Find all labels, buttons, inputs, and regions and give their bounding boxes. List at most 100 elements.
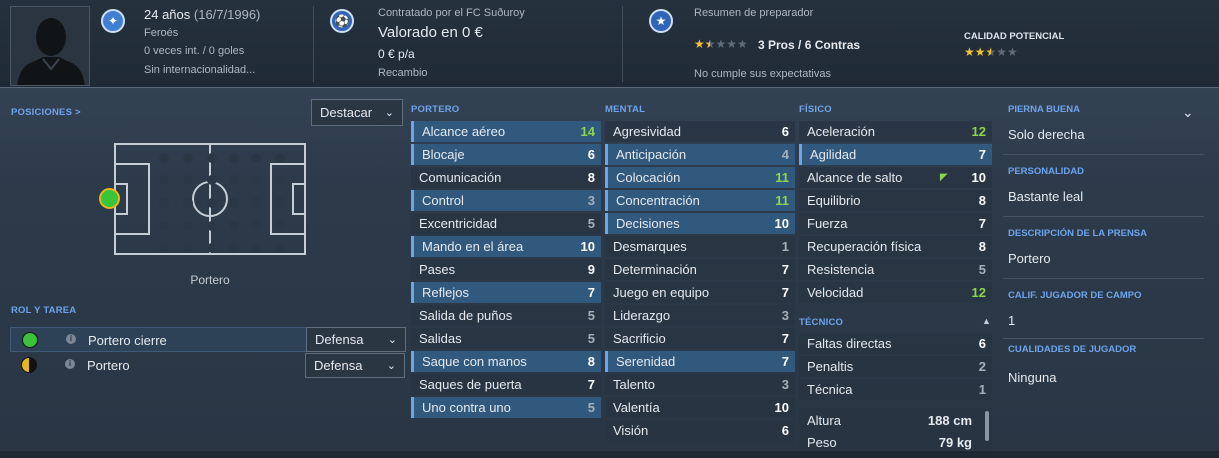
info-icon[interactable]: i bbox=[66, 334, 76, 344]
attribute-row[interactable]: Velocidad 12 bbox=[799, 282, 992, 303]
attribute-value-wrap: 10 bbox=[775, 216, 789, 231]
position-slot[interactable] bbox=[183, 221, 193, 231]
attribute-row[interactable]: Serenidad 7 bbox=[605, 351, 795, 372]
attribute-value-wrap: 7 bbox=[782, 262, 789, 277]
attribute-row[interactable]: Equilibrio 8 bbox=[799, 190, 992, 211]
chevron-down-icon[interactable]: ⌄ bbox=[1182, 104, 1194, 121]
role-row[interactable]: i Portero Defensa ⌄ bbox=[10, 353, 405, 378]
attribute-row[interactable]: Mando en el área 10 bbox=[411, 236, 601, 257]
attribute-row[interactable]: Saque con manos 8 bbox=[411, 351, 601, 372]
attribute-row[interactable]: Blocaje 6 bbox=[411, 144, 601, 165]
position-slot[interactable] bbox=[207, 243, 217, 253]
position-slot[interactable] bbox=[183, 175, 193, 185]
attribute-row[interactable]: Decisiones 10 bbox=[605, 213, 795, 234]
attribute-label: Saque con manos bbox=[422, 354, 527, 369]
coach-report-title[interactable]: Resumen de preparador bbox=[694, 7, 813, 19]
position-slot[interactable] bbox=[275, 221, 285, 231]
attribute-value-wrap: 11 bbox=[775, 170, 789, 185]
club-status[interactable]: Contratado por el FC Suðuroy bbox=[378, 7, 525, 19]
position-slot[interactable] bbox=[183, 198, 193, 208]
position-slot[interactable] bbox=[275, 243, 285, 253]
attribute-row[interactable]: Recuperación física 8 bbox=[799, 236, 992, 257]
attribute-row[interactable]: Salidas 5 bbox=[411, 328, 601, 349]
attribute-label: Concentración bbox=[616, 193, 700, 208]
position-slot[interactable] bbox=[207, 221, 217, 231]
attribute-row[interactable]: Alcance aéreo 14 bbox=[411, 121, 601, 142]
attribute-row[interactable]: Valentía 10 bbox=[605, 397, 795, 418]
attribute-value: 7 bbox=[781, 354, 789, 369]
position-slot[interactable] bbox=[207, 175, 217, 185]
position-slot[interactable] bbox=[251, 221, 261, 231]
attribute-row[interactable]: Faltas directas 6 bbox=[799, 333, 992, 354]
attribute-label: Juego en equipo bbox=[613, 285, 710, 300]
position-slot[interactable] bbox=[207, 153, 217, 163]
duty-dropdown[interactable]: Defensa ⌄ bbox=[306, 327, 406, 352]
attribute-row[interactable]: Control 3 bbox=[411, 190, 601, 211]
attribute-row[interactable]: Alcance de salto ◤ 10 bbox=[799, 167, 992, 188]
position-slot[interactable] bbox=[159, 198, 169, 208]
attribute-value: 11 bbox=[775, 193, 789, 208]
attribute-row[interactable]: Anticipación 4 bbox=[605, 144, 795, 165]
attribute-row[interactable]: Desmarques 1 bbox=[605, 236, 795, 257]
attribute-row[interactable]: Colocación 11 bbox=[605, 167, 795, 188]
attribute-row[interactable]: Concentración 11 bbox=[605, 190, 795, 211]
attribute-row[interactable]: Aceleración 12 bbox=[799, 121, 992, 142]
player-age-line: 24 años (16/7/1996) bbox=[144, 7, 260, 22]
bottom-bar bbox=[0, 451, 1219, 458]
attribute-row[interactable]: Saques de puerta 7 bbox=[411, 374, 601, 395]
scrollbar[interactable] bbox=[985, 411, 989, 441]
attribute-row[interactable]: Resistencia 5 bbox=[799, 259, 992, 280]
position-slot[interactable] bbox=[275, 153, 285, 163]
position-slot[interactable] bbox=[275, 198, 285, 208]
position-slot[interactable] bbox=[159, 153, 169, 163]
attribute-row[interactable]: Salida de puños 5 bbox=[411, 305, 601, 326]
intl-caps: 0 veces int. / 0 goles bbox=[144, 45, 245, 57]
attribute-value-wrap: ◤ 10 bbox=[940, 170, 986, 185]
position-slot[interactable] bbox=[251, 243, 261, 253]
attribute-row[interactable]: Reflejos 7 bbox=[411, 282, 601, 303]
position-slot[interactable] bbox=[229, 198, 239, 208]
duty-dropdown[interactable]: Defensa ⌄ bbox=[305, 353, 405, 378]
info-icon[interactable]: i bbox=[65, 359, 75, 369]
positions-link[interactable]: POSICIONES > bbox=[11, 107, 81, 118]
position-slot[interactable] bbox=[229, 221, 239, 231]
position-slot[interactable] bbox=[229, 175, 239, 185]
position-slot[interactable] bbox=[159, 175, 169, 185]
attribute-row[interactable]: Liderazgo 3 bbox=[605, 305, 795, 326]
attribute-row[interactable]: Fuerza 7 bbox=[799, 213, 992, 234]
position-pitch bbox=[114, 143, 306, 255]
intl-status[interactable]: Sin internacionalidad... bbox=[144, 64, 255, 76]
highlight-dropdown[interactable]: Destacar ⌄ bbox=[311, 99, 403, 126]
position-slot[interactable] bbox=[183, 153, 193, 163]
position-slot[interactable] bbox=[229, 243, 239, 253]
attribute-row[interactable]: Talento 3 bbox=[605, 374, 795, 395]
attribute-row[interactable]: Agilidad 7 bbox=[799, 144, 992, 165]
attribute-label: Desmarques bbox=[613, 239, 687, 254]
attribute-row[interactable]: Técnica 1 bbox=[799, 379, 992, 400]
position-slot[interactable] bbox=[159, 243, 169, 253]
goalkeeper-position-marker[interactable] bbox=[99, 188, 120, 209]
position-slot[interactable] bbox=[183, 243, 193, 253]
position-slot[interactable] bbox=[275, 175, 285, 185]
attribute-row[interactable]: Agresividad 6 bbox=[605, 121, 795, 142]
position-slot[interactable] bbox=[229, 153, 239, 163]
attribute-row[interactable]: Pases 9 bbox=[411, 259, 601, 280]
position-slot[interactable] bbox=[251, 175, 261, 185]
attribute-row[interactable]: Uno contra uno 5 bbox=[411, 397, 601, 418]
position-slot[interactable] bbox=[251, 153, 261, 163]
attribute-row[interactable]: Sacrificio 7 bbox=[605, 328, 795, 349]
attribute-row[interactable]: Excentricidad 5 bbox=[411, 213, 601, 234]
attribute-row[interactable]: Juego en equipo 7 bbox=[605, 282, 795, 303]
role-row[interactable]: i Portero cierre Defensa ⌄ bbox=[10, 327, 406, 352]
collapse-arrow-icon[interactable]: ▲ bbox=[982, 316, 991, 326]
attribute-row[interactable]: Visión 6 bbox=[605, 420, 795, 441]
attribute-row[interactable]: Determinación 7 bbox=[605, 259, 795, 280]
chevron-down-icon: ⌄ bbox=[387, 334, 397, 346]
position-slot[interactable] bbox=[207, 198, 217, 208]
attribute-row[interactable]: Penaltis 2 bbox=[799, 356, 992, 377]
attribute-row[interactable]: Comunicación 8 bbox=[411, 167, 601, 188]
divider bbox=[1003, 216, 1204, 217]
position-slot[interactable] bbox=[251, 198, 261, 208]
player-avatar bbox=[10, 6, 90, 86]
position-slot[interactable] bbox=[159, 221, 169, 231]
